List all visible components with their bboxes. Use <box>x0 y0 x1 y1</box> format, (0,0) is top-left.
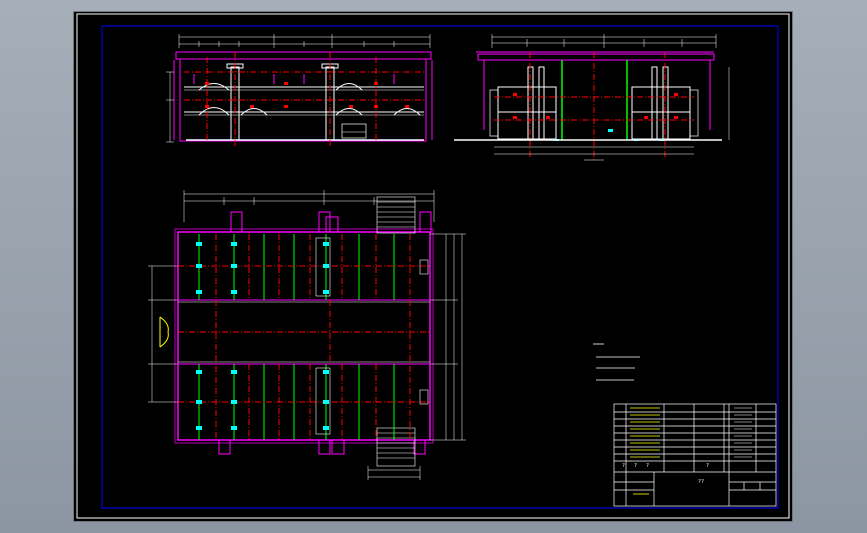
side-elevation-view <box>454 34 730 162</box>
drawing-title: ?? <box>698 479 705 485</box>
stair-south <box>376 427 416 467</box>
cad-viewport[interactable]: ?? ? ? ? ? <box>0 0 867 533</box>
inner-frame <box>101 25 779 509</box>
title-row-mark: ? <box>646 463 650 469</box>
technical-notes <box>593 343 640 381</box>
title-row-mark: ? <box>622 463 626 469</box>
drawing-sheet[interactable]: ?? ? ? ? ? <box>74 12 792 521</box>
front-elevation-view <box>166 34 433 147</box>
title-row-mark: ? <box>634 463 638 469</box>
floor-plan-view <box>148 190 466 480</box>
stair-north <box>376 196 416 234</box>
cad-drawing <box>76 13 790 519</box>
title-row-mark: ? <box>706 463 710 469</box>
entrance-door <box>159 316 169 348</box>
title-block <box>613 403 777 507</box>
